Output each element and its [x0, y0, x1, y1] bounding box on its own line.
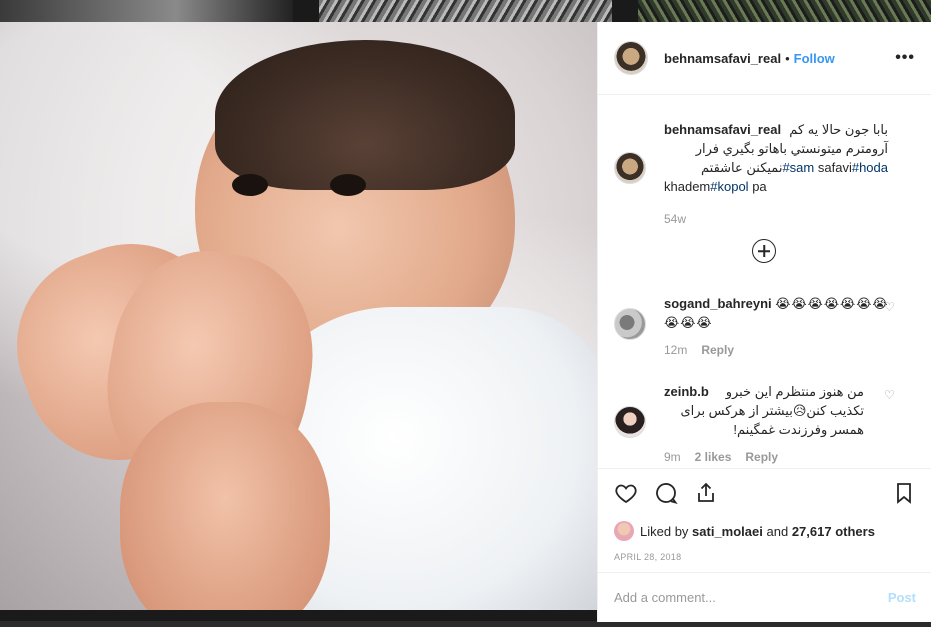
caption-text-line: آرومترم میتونستي باهاتو بگيري فرار	[695, 141, 888, 156]
comment-icon[interactable]	[654, 481, 678, 505]
bookmark-icon[interactable]	[892, 481, 916, 505]
caption-meta: 54w	[664, 210, 888, 229]
comment-timestamp[interactable]: 12m	[664, 341, 687, 360]
comment-meta: 12m Reply	[664, 341, 904, 360]
comment-text-line: تکذیب کنن😥بیشتر از هرکس برای	[680, 403, 864, 418]
comment-item: sogand_bahreyni 😭😭😭😭😭😭😭😭😭😭 12m Reply ♡	[614, 294, 904, 360]
commenter-avatar[interactable]	[614, 406, 646, 438]
post-sidebar: behnamsafavi_real • Follow ••• behnamsaf…	[597, 22, 931, 622]
reply-button[interactable]: Reply	[701, 341, 734, 360]
post-date[interactable]: April 28, 2018	[614, 552, 916, 562]
comment-timestamp[interactable]: 9m	[664, 448, 681, 467]
caption-avatar[interactable]	[614, 152, 646, 184]
baby-arm	[120, 402, 330, 610]
post-actions: Liked by sati_molaei and 27,617 others A…	[598, 468, 931, 562]
caption: behnamsafavi_real بابا جون حالا یه کم آر…	[614, 120, 904, 229]
background-thumbnail	[319, 0, 612, 22]
plus-circle-icon[interactable]	[752, 239, 776, 263]
comment-username[interactable]: sogand_bahreyni	[664, 296, 772, 311]
liked-count[interactable]: 27,617 others	[792, 524, 875, 539]
liked-by-prefix: Liked by	[640, 523, 689, 539]
caption-text-fragment: pa	[752, 179, 767, 194]
caption-timestamp[interactable]: 54w	[664, 210, 686, 229]
action-icons	[614, 481, 916, 505]
author-avatar[interactable]	[614, 41, 648, 75]
likes-summary: Liked by sati_molaei and 27,617 others	[614, 521, 916, 541]
liked-and: and	[766, 523, 789, 539]
post-photo[interactable]	[0, 22, 597, 610]
add-comment-bar: Add a comment... Post	[598, 572, 931, 622]
hashtag-link[interactable]: #kopol	[710, 179, 748, 194]
background-thumbnail	[0, 0, 293, 22]
liked-by-user[interactable]: sati_molaei	[692, 524, 763, 539]
follow-button[interactable]: Follow	[794, 51, 835, 66]
commenter-avatar[interactable]	[614, 308, 646, 340]
heart-icon[interactable]	[614, 481, 638, 505]
caption-text-fragment: نمیکنن عاشقتم	[701, 160, 783, 175]
caption-text-line: khadem#kopol pa	[664, 177, 888, 196]
comment-text-line: من هنوز منتظرم این خبرو	[725, 384, 864, 399]
like-comment-icon[interactable]: ♡	[884, 300, 896, 314]
hashtag-link[interactable]: #hoda	[852, 160, 888, 175]
post-comment-button[interactable]: Post	[888, 590, 916, 605]
comment-meta: 9m 2 likes Reply	[664, 448, 864, 467]
caption-text-fragment: safavi	[817, 160, 852, 175]
background-thumbnail	[638, 0, 931, 22]
post-header: behnamsafavi_real • Follow •••	[598, 22, 931, 95]
baby-eye	[330, 174, 366, 196]
comment-text-line: همسر وفرزندت غمگینم!	[733, 422, 864, 437]
comment-username[interactable]: zeinb.b	[664, 382, 709, 401]
baby-hair	[215, 40, 515, 190]
comments-list[interactable]: behnamsafavi_real بابا جون حالا یه کم آر…	[598, 96, 931, 468]
comment-input[interactable]: Add a comment...	[614, 590, 716, 605]
liker-avatar[interactable]	[614, 521, 634, 541]
comment-body: sogand_bahreyni 😭😭😭😭😭😭😭😭😭😭 12m Reply	[664, 294, 904, 360]
author-username[interactable]: behnamsafavi_real	[664, 51, 781, 66]
caption-text-line: بابا جون حالا یه کم	[789, 122, 888, 137]
caption-username[interactable]: behnamsafavi_real	[664, 120, 781, 139]
caption-text-line: نمیکنن عاشقتم#sam safavi#hoda	[664, 158, 888, 177]
comment-likes[interactable]: 2 likes	[695, 448, 732, 467]
more-options-icon[interactable]: •••	[895, 49, 915, 67]
share-icon[interactable]	[694, 481, 718, 505]
hashtag-link[interactable]: #sam	[782, 160, 814, 175]
baby-eye	[232, 174, 268, 196]
separator-dot: •	[785, 50, 790, 66]
background-thumbnails	[0, 0, 931, 22]
caption-body: behnamsafavi_real بابا جون حالا یه کم آر…	[664, 120, 888, 229]
comment-body: zeinb.b من هنوز منتظرم این خبرو تکذیب کن…	[664, 382, 864, 467]
like-comment-icon[interactable]: ♡	[884, 388, 896, 402]
caption-text-fragment: khadem	[664, 179, 711, 194]
reply-button[interactable]: Reply	[745, 448, 778, 467]
comment-item: zeinb.b من هنوز منتظرم این خبرو تکذیب کن…	[614, 382, 904, 467]
